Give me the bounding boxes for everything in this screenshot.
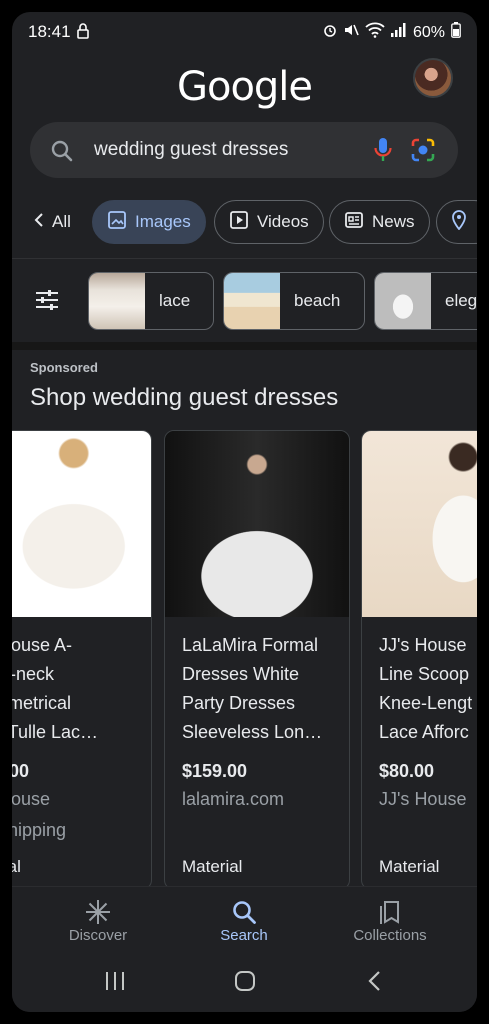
product-price: 56.00 xyxy=(12,761,30,781)
account-avatar[interactable] xyxy=(413,58,453,98)
google-lens-icon[interactable] xyxy=(410,137,436,168)
product-name: s House A- e V-neck ymmetrical tin Tulle… xyxy=(12,635,99,742)
status-time: 18:41 xyxy=(28,22,71,41)
video-icon xyxy=(229,210,249,235)
filter-chip-lace[interactable]: lace xyxy=(88,272,214,330)
chip-label: beach xyxy=(294,291,341,310)
filter-settings-icon[interactable] xyxy=(34,288,60,317)
tab-all[interactable]: All xyxy=(26,200,79,244)
shopping-section-title: Shop wedding guest dresses xyxy=(30,384,339,411)
asterisk-icon xyxy=(38,897,158,927)
alarm-icon xyxy=(323,22,337,43)
chip-thumbnail xyxy=(375,273,431,329)
tab-images[interactable]: Images xyxy=(92,200,206,244)
nav-search-label: Search xyxy=(220,927,268,944)
google-logo: Google xyxy=(176,64,313,110)
home-icon[interactable] xyxy=(234,970,256,997)
product-material: Material xyxy=(379,857,440,876)
wifi-icon xyxy=(365,22,385,43)
nav-collections-label: Collections xyxy=(353,927,427,944)
status-icons: 60% xyxy=(323,22,461,43)
product-image xyxy=(12,431,151,617)
product-seller: s House xyxy=(12,789,51,809)
filter-chip-beach[interactable]: beach xyxy=(223,272,365,330)
chip-label: eleg xyxy=(445,291,477,310)
product-card[interactable]: JJ's House Line Scoop Knee-Lengt Lace Af… xyxy=(361,430,477,890)
battery-icon xyxy=(451,22,461,43)
nav-collections[interactable]: Collections xyxy=(330,897,450,944)
bookmarks-icon xyxy=(330,897,450,927)
system-navigation-bar xyxy=(12,956,477,1012)
product-price: $159.00 xyxy=(182,761,248,781)
chevron-left-icon xyxy=(34,212,44,233)
product-name: JJ's House Line Scoop Knee-Lengt Lace Af… xyxy=(379,635,473,742)
status-bar: 18:41 60% xyxy=(12,12,477,52)
location-pin-icon xyxy=(451,209,467,235)
search-query[interactable]: wedding guest dresses xyxy=(94,139,288,161)
news-icon xyxy=(344,210,364,235)
product-card[interactable]: s House A- e V-neck ymmetrical tin Tulle… xyxy=(12,430,152,890)
nav-discover[interactable]: Discover xyxy=(38,897,158,944)
tab-images-label: Images xyxy=(135,212,191,231)
product-name: LaLaMira Formal Dresses White Party Dres… xyxy=(182,635,323,742)
tab-maps[interactable] xyxy=(436,200,477,244)
tab-news[interactable]: News xyxy=(329,200,430,244)
tab-news-label: News xyxy=(372,212,415,231)
filter-chips: lace beach eleg xyxy=(12,272,477,332)
product-shipping: e shipping xyxy=(12,820,67,840)
battery-percent: 60% xyxy=(412,23,445,41)
search-box[interactable]: wedding guest dresses xyxy=(30,122,458,178)
search-tabs: All Images Videos News xyxy=(12,200,477,246)
product-material: terial xyxy=(12,857,21,876)
nav-search[interactable]: Search xyxy=(184,897,304,944)
search-icon xyxy=(184,897,304,927)
voice-search-icon[interactable] xyxy=(373,136,393,169)
product-seller: lalamira.com xyxy=(182,789,285,809)
signal-icon xyxy=(390,23,407,42)
product-image xyxy=(362,431,477,617)
chip-thumbnail xyxy=(89,273,145,329)
image-icon xyxy=(107,210,127,235)
product-carousel: s House A- e V-neck ymmetrical tin Tulle… xyxy=(12,430,477,890)
product-material: Material xyxy=(182,857,243,876)
recent-apps-icon[interactable] xyxy=(104,970,126,997)
product-card[interactable]: LaLaMira Formal Dresses White Party Dres… xyxy=(164,430,350,890)
tab-videos-label: Videos xyxy=(257,212,309,231)
nav-discover-label: Discover xyxy=(68,927,128,944)
tab-videos[interactable]: Videos xyxy=(214,200,324,244)
product-seller: JJ's House xyxy=(379,789,467,809)
filter-chip-elegant[interactable]: eleg xyxy=(374,272,477,330)
chip-label: lace xyxy=(159,291,191,310)
mute-icon xyxy=(343,22,359,43)
sponsored-tag: Sponsored xyxy=(30,360,98,375)
section-divider xyxy=(12,342,477,350)
divider xyxy=(12,258,477,259)
back-icon[interactable] xyxy=(367,970,383,997)
phone-screen: 18:41 60% Google wedding guest dresses A… xyxy=(12,12,477,1012)
search-icon xyxy=(50,139,74,168)
lock-icon xyxy=(76,22,90,45)
bottom-navigation: Discover Search Collections xyxy=(12,886,477,956)
product-image xyxy=(165,431,349,617)
tab-all-label: All xyxy=(52,212,71,231)
chip-thumbnail xyxy=(224,273,280,329)
product-price: $80.00 xyxy=(379,761,435,781)
